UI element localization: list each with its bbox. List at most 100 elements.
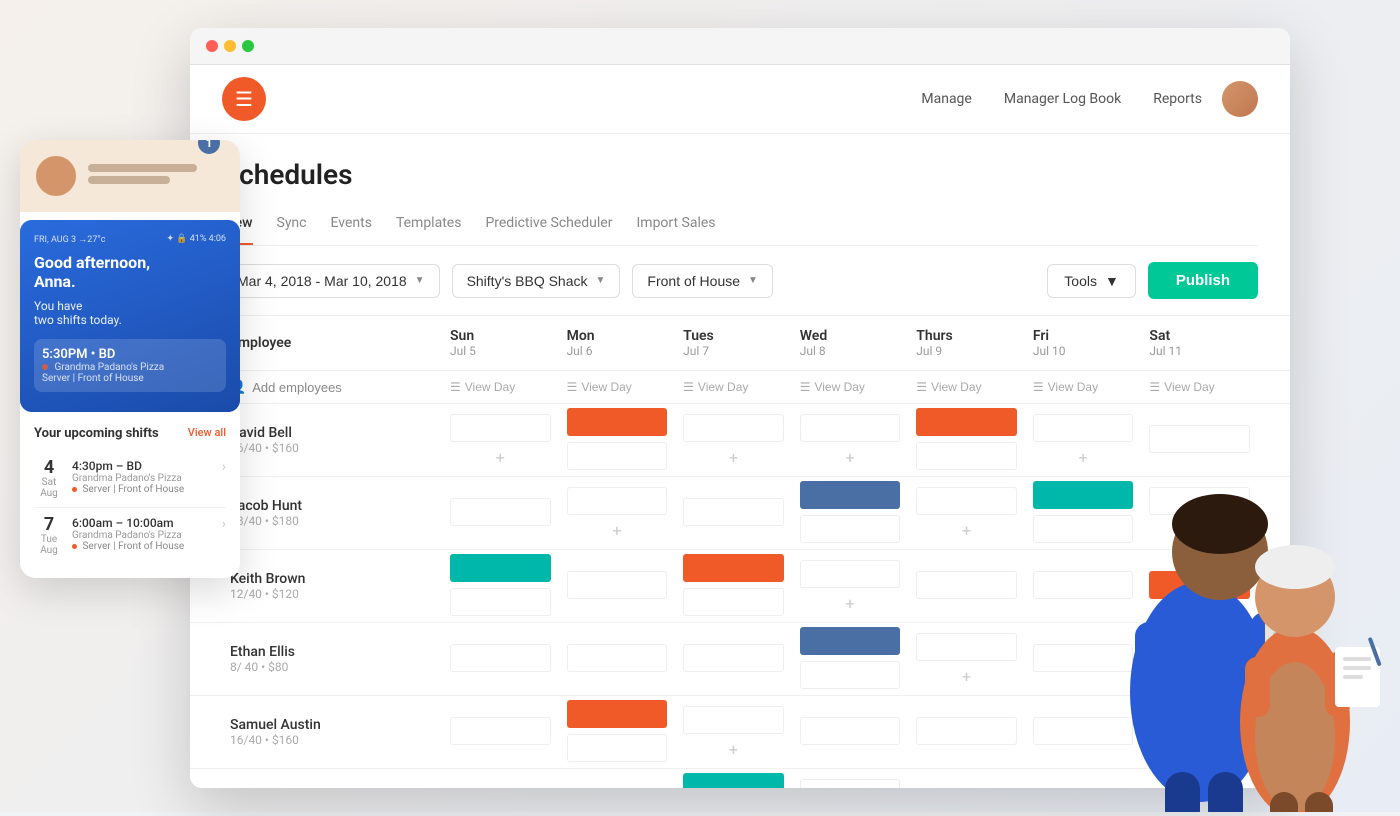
shift-cell-ethan-sat[interactable] (1141, 631, 1258, 687)
app-logo: ☰ (222, 77, 266, 121)
shift-cell-david-sun[interactable]: + (442, 410, 559, 471)
upcoming-detail: 6:00am – 10:00am Grandma Padano's Pizza … (64, 516, 222, 552)
traffic-light-yellow[interactable] (224, 40, 236, 52)
shift-cell-samuel2-tues[interactable] (675, 769, 792, 788)
shift-cell-keith-wed[interactable]: + (792, 556, 909, 617)
tab-templates[interactable]: Templates (396, 207, 462, 245)
tab-sync[interactable]: Sync (277, 207, 307, 245)
shift-cell-samuel2-sun[interactable] (442, 777, 559, 788)
add-shift-icon[interactable]: + (450, 448, 551, 467)
view-day-tues-button[interactable]: ☰ View Day (683, 380, 748, 394)
schedule-toolbar: Mar 4, 2018 - Mar 10, 2018 ▼ Shifty's BB… (190, 246, 1290, 316)
shift-cell-jacob-fri[interactable] (1025, 477, 1142, 549)
shift-cell-david-fri[interactable]: + (1025, 410, 1142, 471)
traffic-light-green[interactable] (242, 40, 254, 52)
shift-cell-ethan-fri[interactable] (1025, 631, 1142, 687)
shift-cell-ethan-sun[interactable] (442, 631, 559, 687)
page-title: Schedules (222, 158, 1258, 191)
shift-cell-keith-mon[interactable] (559, 558, 676, 614)
mobile-phone: FRI, AUG 3 →27°c ✦ 🔒 41% 4:06 Good after… (20, 220, 240, 412)
shift-cell-david-thurs[interactable] (908, 404, 1025, 476)
nav-reports[interactable]: Reports (1153, 91, 1202, 107)
view-day-thurs-button[interactable]: ☰ View Day (916, 380, 981, 394)
shift-cell-david-wed[interactable]: + (792, 410, 909, 471)
shift-cell-ethan-tues[interactable] (675, 631, 792, 687)
shift-cell-ethan-wed[interactable] (792, 623, 909, 695)
view-day-cell-sat: ☰ View Day (1141, 371, 1258, 403)
shift-cell-jacob-wed[interactable] (792, 477, 909, 549)
shift-cell-keith-sun[interactable] (442, 550, 559, 622)
upcoming-title: Your upcoming shifts View all (34, 426, 226, 441)
shift-cell-ethan-thurs[interactable]: + (908, 629, 1025, 690)
add-employees-button[interactable]: 👤 Add employees (230, 379, 342, 395)
shift-cell-jacob-sun[interactable] (442, 485, 559, 541)
date-range-dropdown[interactable]: Mar 4, 2018 - Mar 10, 2018 ▼ (222, 264, 440, 298)
add-shift-icon[interactable]: + (800, 594, 901, 613)
view-day-cell-mon: ☰ View Day (559, 371, 676, 403)
shift-cell-david-mon[interactable] (559, 404, 676, 476)
add-shift-icon[interactable]: + (1149, 521, 1250, 540)
shift-cell-keith-sat[interactable] (1141, 558, 1258, 614)
chevron-down-icon: ▼ (1105, 273, 1119, 289)
publish-button[interactable]: Publish (1148, 262, 1258, 299)
phone-subtext: You havetwo shifts today. (34, 299, 226, 327)
add-shift-icon[interactable]: + (916, 667, 1017, 686)
avatar[interactable] (1222, 81, 1258, 117)
shift-cell-samuel1-thurs[interactable] (908, 704, 1025, 760)
shift-cell-samuel2-thurs[interactable] (908, 777, 1025, 788)
shift-cell-keith-thurs[interactable] (908, 558, 1025, 614)
employee-info-david-bell: David Bell 16/40 • $160 (222, 417, 442, 463)
shift-cell-david-sat[interactable] (1141, 412, 1258, 468)
nav-manage[interactable]: Manage (921, 91, 971, 107)
view-day-sat-button[interactable]: ☰ View Day (1149, 380, 1214, 394)
shift-cell-samuel2-mon[interactable] (559, 777, 676, 788)
nav-log-book[interactable]: Manager Log Book (1004, 91, 1121, 107)
view-day-mon-button[interactable]: ☰ View Day (567, 380, 632, 394)
shift-cell-jacob-tues[interactable] (675, 485, 792, 541)
upcoming-shift-item: 7 Tue Aug 6:00am – 10:00am Grandma Padan… (34, 508, 226, 564)
department-dropdown[interactable]: Front of House ▼ (632, 264, 773, 298)
add-employees-cell: 👤 Add employees (222, 371, 442, 403)
tab-import-sales[interactable]: Import Sales (636, 207, 715, 245)
shift-cell-samuel2-wed[interactable]: + (792, 775, 909, 789)
add-shift-icon[interactable]: + (683, 740, 784, 759)
add-shift-icon[interactable]: + (1033, 448, 1134, 467)
add-shift-icon[interactable]: + (567, 521, 668, 540)
shift-cell-jacob-sat[interactable]: + (1141, 483, 1258, 544)
tab-events[interactable]: Events (331, 207, 372, 245)
shift-cell-jacob-mon[interactable]: + (559, 483, 676, 544)
shift-cell-samuel1-tues[interactable]: + (675, 702, 792, 763)
view-all-link[interactable]: View all (188, 426, 226, 441)
shift-cell-samuel1-sat[interactable] (1141, 704, 1258, 760)
shift-cell-keith-fri[interactable] (1025, 558, 1142, 614)
traffic-light-red[interactable] (206, 40, 218, 52)
shift-cell-samuel2-sat[interactable] (1141, 777, 1258, 788)
list-icon: ☰ (567, 380, 578, 394)
list-icon: ☰ (1033, 380, 1044, 394)
traffic-lights (206, 40, 254, 52)
tools-button[interactable]: Tools ▼ (1047, 264, 1136, 298)
add-shift-icon[interactable]: + (800, 448, 901, 467)
view-day-sun-button[interactable]: ☰ View Day (450, 380, 515, 394)
shift-cell-samuel2-fri[interactable] (1025, 777, 1142, 788)
shift-cell-samuel1-sun[interactable] (442, 704, 559, 760)
location-dropdown[interactable]: Shifty's BBQ Shack ▼ (452, 264, 621, 298)
add-shift-icon[interactable]: + (683, 448, 784, 467)
tabs-bar: View Sync Events Templates Predictive Sc… (222, 207, 1258, 246)
view-day-fri-button[interactable]: ☰ View Day (1033, 380, 1098, 394)
shift-cell-ethan-mon[interactable] (559, 631, 676, 687)
shift-cell-samuel1-fri[interactable] (1025, 704, 1142, 760)
shift-cell-david-tues[interactable]: + (675, 410, 792, 471)
view-day-cell-thurs: ☰ View Day (908, 371, 1025, 403)
browser-window: ☰ Manage Manager Log Book Reports Schedu… (190, 28, 1290, 788)
view-day-cell-fri: ☰ View Day (1025, 371, 1142, 403)
tab-predictive-scheduler[interactable]: Predictive Scheduler (485, 207, 612, 245)
chevron-down-icon: ▼ (415, 275, 425, 286)
shift-cell-samuel1-mon[interactable] (559, 696, 676, 768)
shift-cell-jacob-thurs[interactable]: + (908, 483, 1025, 544)
shift-card: 5:30PM • BD Grandma Padano's Pizza Serve… (34, 339, 226, 392)
shift-cell-samuel1-wed[interactable] (792, 704, 909, 760)
add-shift-icon[interactable]: + (916, 521, 1017, 540)
shift-cell-keith-tues[interactable] (675, 550, 792, 622)
view-day-wed-button[interactable]: ☰ View Day (800, 380, 865, 394)
